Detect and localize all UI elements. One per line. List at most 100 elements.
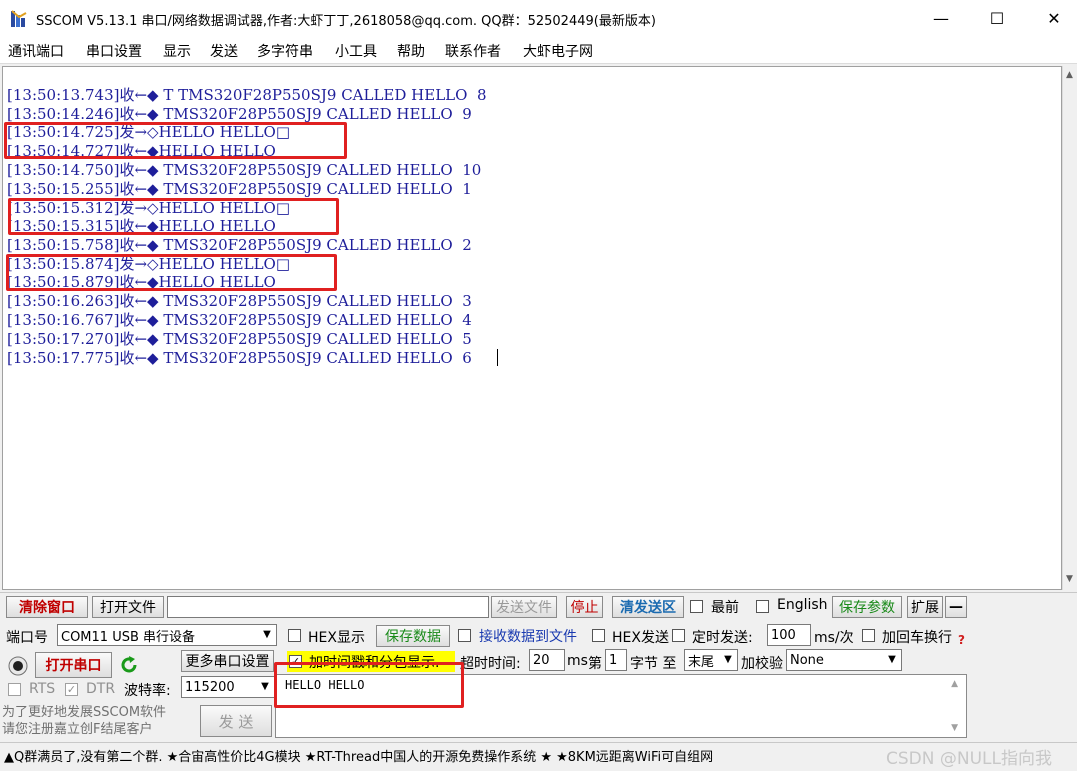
save-params-button[interactable]: 保存参数 (832, 596, 902, 618)
hex-display-label: HEX显示 (308, 630, 365, 646)
topmost-checkbox[interactable] (690, 600, 703, 613)
expand-button[interactable]: 扩展 (907, 596, 943, 618)
file-path-input[interactable] (167, 596, 489, 618)
scroll-down-icon[interactable]: ▼ (1066, 574, 1073, 584)
close-button[interactable]: ✕ (1031, 0, 1077, 36)
menu-comm-port[interactable]: 通讯端口 (8, 41, 64, 61)
log-line: [13:50:16.767]收←◆ TMS320F28P550SJ9 CALLE… (7, 311, 472, 329)
send-file-button[interactable]: 发送文件 (491, 596, 557, 618)
menu-serial-settings[interactable]: 串口设置 (86, 41, 142, 61)
rts-checkbox[interactable] (8, 683, 21, 696)
log-line: [13:50:15.255]收←◆ TMS320F28P550SJ9 CALLE… (7, 180, 472, 198)
highlight-box (6, 254, 337, 291)
timed-send-checkbox[interactable] (672, 629, 685, 642)
log-line: [13:50:13.743]收←◆ T TMS320F28P550SJ9 CAL… (7, 86, 487, 104)
ms-per-label: ms/次 (814, 630, 854, 646)
chevron-down-icon: ▼ (261, 681, 269, 692)
recv-to-file-label: 接收数据到文件 (479, 629, 577, 645)
baud-label: 波特率: (124, 683, 171, 699)
hex-send-label: HEX发送 (612, 630, 669, 646)
open-port-button[interactable]: 打开串口 (35, 652, 112, 678)
status-bar: ▲Q群满员了,没有第二个群. ★合宙高性价比4G模块 ★RT-Thread中国人… (0, 742, 1077, 771)
menu-help[interactable]: 帮助 (397, 41, 425, 61)
collapse-button[interactable]: — (945, 596, 967, 618)
port-status-icon (8, 656, 28, 676)
menu-display[interactable]: 显示 (163, 41, 191, 61)
marquee-text: ▲Q群满员了,没有第二个群. ★合宙高性价比4G模块 ★RT-Thread中国人… (4, 750, 714, 765)
timed-interval-input[interactable]: 100 (767, 624, 811, 646)
timeout-input[interactable]: 20 (529, 649, 565, 671)
baud-value: 115200 (185, 679, 235, 695)
english-label: English (777, 597, 828, 613)
highlight-box (8, 198, 339, 235)
hex-display-checkbox[interactable] (288, 629, 301, 642)
log-line: [13:50:14.246]收←◆ TMS320F28P550SJ9 CALLE… (7, 105, 472, 123)
menu-bar: 通讯端口 串口设置 显示 发送 多字符串 小工具 帮助 联系作者 大虾电子网 (0, 36, 1077, 64)
receive-scrollbar[interactable]: ▲ ▼ (1062, 66, 1077, 590)
open-file-button[interactable]: 打开文件 (92, 596, 164, 618)
more-settings-button[interactable]: 更多串口设置 (181, 650, 274, 672)
dtr-label: DTR (86, 681, 116, 697)
log-line: [13:50:17.775]收←◆ TMS320F28P550SJ9 CALLE… (7, 349, 472, 367)
maximize-button[interactable]: ☐ (974, 0, 1020, 36)
hex-send-checkbox[interactable] (592, 629, 605, 642)
scroll-down-icon[interactable]: ▼ (951, 723, 958, 733)
help-icon[interactable]: ? (958, 633, 965, 647)
baud-select[interactable]: 115200 ▼ (181, 676, 275, 698)
ms-label: ms (567, 653, 588, 669)
topmost-label: 最前 (711, 600, 739, 616)
save-data-button[interactable]: 保存数据 (376, 625, 450, 647)
highlight-box (4, 122, 347, 159)
menu-tools[interactable]: 小工具 (335, 41, 377, 61)
menu-multi-string[interactable]: 多字符串 (257, 41, 313, 61)
log-line: [13:50:17.270]收←◆ TMS320F28P550SJ9 CALLE… (7, 330, 472, 348)
port-value: COM11 USB 串行设备 (61, 629, 196, 645)
promo-text: 为了更好地发展SSCOM软件 请您注册嘉立创F结尾客户 (2, 704, 166, 738)
menu-send[interactable]: 发送 (210, 41, 238, 61)
clear-window-button[interactable]: 清除窗口 (6, 596, 88, 618)
title-bar: SSCOM V5.13.1 串口/网络数据调试器,作者:大虾丁丁,2618058… (0, 0, 1077, 36)
timed-send-label: 定时发送: (692, 630, 753, 646)
promo-line-1: 为了更好地发展SSCOM软件 (2, 705, 167, 720)
rts-label: RTS (29, 681, 56, 697)
log-line: [13:50:14.750]收←◆ TMS320F28P550SJ9 CALLE… (7, 161, 482, 179)
menu-contact-author[interactable]: 联系作者 (445, 41, 501, 61)
stop-button[interactable]: 停止 (566, 596, 603, 618)
add-crlf-checkbox[interactable] (862, 629, 875, 642)
scroll-up-icon[interactable]: ▲ (1066, 70, 1073, 80)
window-title: SSCOM V5.13.1 串口/网络数据调试器,作者:大虾丁丁,2618058… (36, 14, 656, 29)
chevron-down-icon: ▼ (724, 654, 732, 665)
scroll-up-icon[interactable]: ▲ (951, 679, 958, 689)
promo-line-2: 请您注册嘉立创F结尾客户 (2, 722, 153, 737)
port-label: 端口号 (6, 630, 48, 646)
byte-index-input[interactable]: 1 (605, 649, 627, 671)
log-line: [13:50:16.263]收←◆ TMS320F28P550SJ9 CALLE… (7, 292, 472, 310)
tail-select[interactable]: 末尾 ▼ (684, 649, 738, 671)
menu-daxia-site[interactable]: 大虾电子网 (523, 41, 593, 61)
add-crlf-label: 加回车换行 (882, 630, 952, 646)
chevron-down-icon: ▼ (888, 654, 896, 665)
refresh-icon[interactable] (118, 654, 140, 676)
checksum-label: 加校验 (741, 656, 783, 672)
file-toolbar: 清除窗口 打开文件 发送文件 停止 清发送区 最前 English 保存参数 扩… (0, 592, 1077, 620)
csdn-watermark: CSDN @NULL指向我 (886, 749, 1052, 769)
byte-prefix-label: 第 (588, 656, 602, 672)
timeout-label: 超时时间: (460, 656, 521, 672)
recv-to-file-checkbox[interactable] (458, 629, 471, 642)
checksum-value: None (790, 652, 824, 668)
highlight-box (274, 662, 464, 708)
port-select[interactable]: COM11 USB 串行设备 ▼ (57, 624, 277, 646)
tail-value: 末尾 (688, 654, 715, 670)
dtr-checkbox[interactable]: ✓ (65, 683, 78, 696)
send-button[interactable]: 发 送 (200, 705, 272, 737)
chevron-down-icon: ▼ (263, 629, 271, 640)
byte-suffix-label: 字节 至 (630, 656, 677, 672)
english-checkbox[interactable] (756, 600, 769, 613)
log-line: [13:50:15.758]收←◆ TMS320F28P550SJ9 CALLE… (7, 236, 472, 254)
text-caret (497, 349, 498, 366)
checksum-select[interactable]: None ▼ (786, 649, 902, 671)
sscom-app-icon (11, 10, 27, 27)
clear-send-button[interactable]: 清发送区 (612, 596, 684, 618)
receive-log-area[interactable]: [13:50:13.743]收←◆ T TMS320F28P550SJ9 CAL… (2, 66, 1062, 590)
minimize-button[interactable]: — (918, 0, 964, 36)
